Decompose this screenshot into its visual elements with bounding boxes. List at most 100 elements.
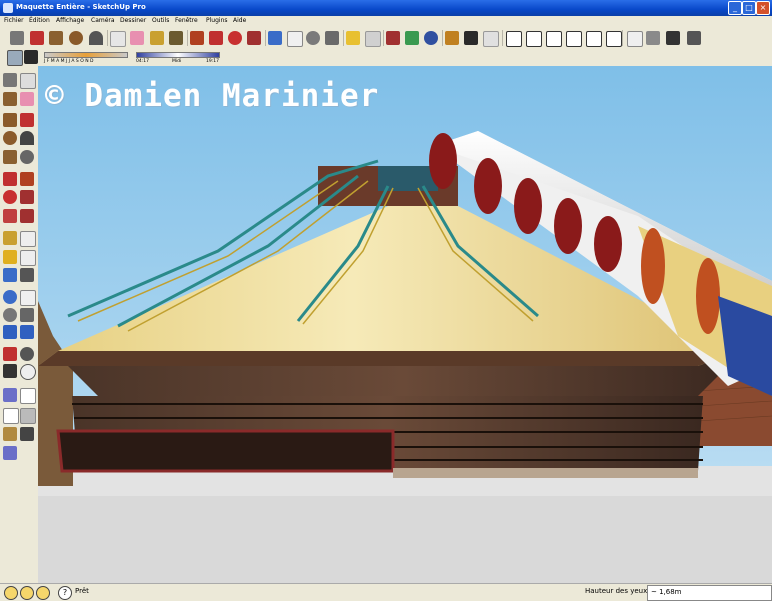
move-icon[interactable] [209, 31, 223, 45]
share-model-icon[interactable] [464, 31, 478, 45]
monochrome-style-icon[interactable] [20, 427, 34, 441]
look-around-tool-icon[interactable] [20, 347, 34, 361]
rotate-icon[interactable] [228, 31, 242, 45]
iso-view-icon[interactable] [506, 31, 522, 47]
menu-fenetre[interactable]: Fenêtre [175, 17, 198, 24]
dimension-tool-icon[interactable] [20, 231, 36, 247]
credits-icon[interactable] [20, 586, 34, 600]
menu-fichier[interactable]: Fichier [4, 17, 24, 24]
pan-tool-icon[interactable] [20, 290, 36, 306]
rectangle-icon[interactable] [49, 31, 63, 45]
protractor-tool-icon[interactable] [3, 250, 17, 264]
offset-tool-icon[interactable] [20, 209, 34, 223]
entrance-canopy [56, 429, 395, 473]
measurements-box[interactable]: ~ 1,68m [647, 585, 772, 601]
shadow-settings-icon[interactable] [7, 50, 23, 66]
component-tool-icon[interactable] [20, 73, 36, 89]
display-shadows-icon[interactable] [24, 50, 38, 64]
zoom-extents-tool-icon[interactable] [20, 325, 34, 339]
move-tool-icon[interactable] [3, 172, 17, 186]
arc-icon[interactable] [89, 31, 103, 45]
toolbar-separator [265, 30, 266, 46]
geolocation-icon[interactable] [4, 586, 18, 600]
help-icon[interactable]: ? [58, 586, 72, 600]
warehouse-icon[interactable] [445, 31, 459, 45]
time-slider[interactable] [136, 52, 220, 58]
menu-edition[interactable]: Édition [29, 17, 50, 24]
print-icon[interactable] [365, 31, 381, 47]
select-arrow-icon[interactable] [10, 31, 24, 45]
zoom-window-tool-icon[interactable] [20, 308, 34, 322]
google-earth-icon[interactable] [424, 31, 438, 45]
polygon-tool-icon[interactable] [3, 150, 17, 164]
menu-plugins[interactable]: Plugins [206, 17, 228, 24]
axes-tool-icon[interactable] [3, 268, 17, 282]
walk-icon[interactable] [666, 31, 680, 45]
arc-tool-icon[interactable] [20, 131, 34, 145]
pan-icon[interactable] [287, 31, 303, 47]
3d-text-tool-icon[interactable] [20, 268, 34, 282]
add-location-icon[interactable] [386, 31, 400, 45]
circle-tool-icon[interactable] [3, 131, 17, 145]
share-component-icon[interactable] [483, 31, 499, 47]
push-pull-icon[interactable] [190, 31, 204, 45]
walk-tool-icon[interactable] [3, 364, 17, 378]
freehand-tool-icon[interactable] [20, 150, 34, 164]
back-view-icon[interactable] [586, 31, 602, 47]
textured-style-icon[interactable] [3, 427, 17, 441]
left-view-icon[interactable] [606, 31, 622, 47]
rectangle-tool-icon[interactable] [3, 113, 17, 127]
pencil-icon[interactable] [30, 31, 44, 45]
menu-outils[interactable]: Outils [152, 17, 169, 24]
tape-measure-icon[interactable] [150, 31, 164, 45]
scenes-icon[interactable] [346, 31, 360, 45]
shaded-style-icon[interactable] [20, 408, 36, 424]
circle-icon[interactable] [69, 31, 83, 45]
menu-aide[interactable]: Aide [233, 17, 246, 24]
paint-bucket-icon[interactable] [169, 31, 183, 45]
followme-tool-icon[interactable] [20, 190, 34, 204]
select-tool-icon[interactable] [3, 73, 17, 87]
menu-dessiner[interactable]: Dessiner [120, 17, 146, 24]
top-view-icon[interactable] [526, 31, 542, 47]
right-view-icon[interactable] [566, 31, 582, 47]
hand-icon[interactable] [627, 31, 643, 47]
menu-camera[interactable]: Caméra [91, 17, 115, 24]
front-view-icon[interactable] [546, 31, 562, 47]
zoom-extents-icon[interactable] [325, 31, 339, 45]
position-camera-tool-icon[interactable] [3, 347, 17, 361]
line-tool-icon[interactable] [20, 113, 34, 127]
close-button[interactable]: × [756, 1, 770, 15]
position-camera-icon[interactable] [646, 31, 660, 45]
main-toolbar [0, 28, 772, 48]
offset-icon[interactable] [247, 31, 261, 45]
xray-style-icon[interactable] [3, 388, 17, 402]
tape-tool-icon[interactable] [3, 231, 17, 245]
pushpull-tool-icon[interactable] [20, 172, 34, 186]
orbit-tool-icon[interactable] [3, 290, 17, 304]
scale-tool-icon[interactable] [3, 209, 17, 223]
model-viewport[interactable]: © Damien Marinier [38, 66, 772, 583]
toggle-terrain-icon[interactable] [405, 31, 419, 45]
zoom-icon[interactable] [306, 31, 320, 45]
orbit-icon[interactable] [268, 31, 282, 45]
menu-affichage[interactable]: Affichage [56, 17, 84, 24]
zoom-tool-icon[interactable] [3, 308, 17, 322]
make-component-icon[interactable] [110, 31, 126, 47]
text-tool-icon[interactable] [20, 250, 36, 266]
components-style-icon[interactable] [3, 446, 17, 460]
maximize-button[interactable]: □ [742, 1, 756, 15]
eraser-tool-icon[interactable] [20, 92, 34, 106]
eraser-icon[interactable] [130, 31, 144, 45]
user-icon[interactable] [36, 586, 50, 600]
wireframe-style-icon[interactable] [20, 388, 36, 404]
minimize-button[interactable]: _ [728, 1, 742, 15]
month-slider[interactable] [44, 52, 128, 58]
app-icon[interactable] [3, 3, 13, 13]
previous-view-icon[interactable] [3, 325, 17, 339]
rotate-tool-icon[interactable] [3, 190, 17, 204]
hidden-line-style-icon[interactable] [3, 408, 19, 424]
paint-tool-icon[interactable] [3, 92, 17, 106]
look-around-icon[interactable] [687, 31, 701, 45]
section-plane-icon[interactable] [20, 364, 36, 380]
